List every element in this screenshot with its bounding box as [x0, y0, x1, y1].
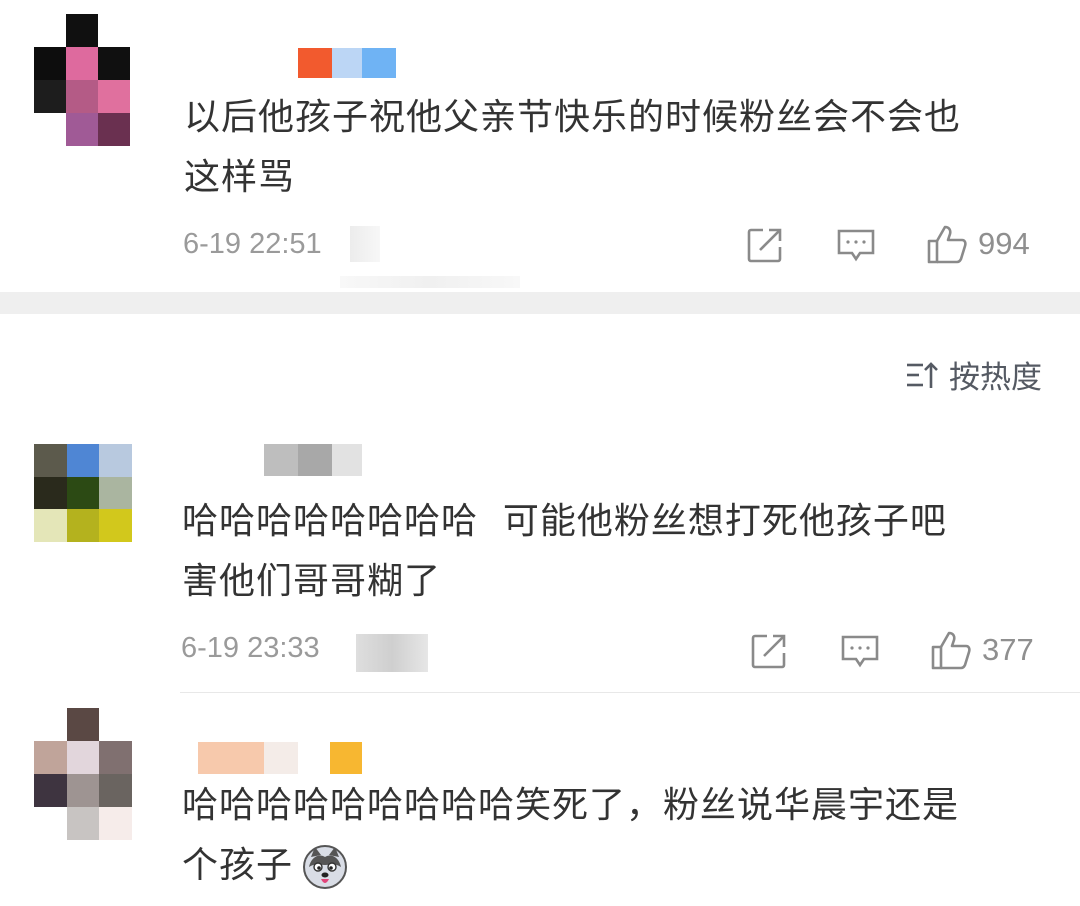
share-button[interactable] — [750, 632, 788, 670]
share-button[interactable] — [746, 226, 784, 264]
husky-emoji-icon — [303, 845, 348, 889]
like-button[interactable]: 994 — [926, 223, 1030, 265]
comment-icon — [837, 229, 875, 262]
avatar[interactable] — [34, 708, 132, 840]
comment-time: 6-19 23:33 — [181, 632, 320, 664]
source-smudge — [356, 634, 428, 672]
share-icon — [751, 634, 786, 669]
like-button[interactable]: 377 — [930, 629, 1034, 671]
comment-time: 6-19 22:51 — [183, 228, 322, 260]
sort-toggle[interactable]: 按热度 — [905, 352, 1042, 397]
comment-text: 哈哈哈哈哈哈哈哈 可能他粉丝想打死他孩子吧 害他们哥哥糊了 — [182, 501, 947, 602]
source-smudge — [350, 226, 380, 262]
thumbs-up-icon — [927, 225, 967, 264]
like-count: 377 — [982, 632, 1034, 667]
username-redacted[interactable] — [264, 444, 362, 476]
username-redacted[interactable] — [298, 48, 396, 78]
row-divider — [180, 692, 1080, 693]
sort-icon — [907, 361, 938, 388]
watermark-smudge — [340, 276, 520, 288]
like-count: 994 — [978, 226, 1030, 261]
comment-text: 以后他孩子祝他父亲节快乐的时候粉丝会不会也 这样骂 — [184, 97, 962, 198]
comment-text: 哈哈哈哈哈哈哈哈哈笑死了，粉丝说华晨宇还是 个孩子 — [182, 776, 1052, 896]
comment-text-line2: 个孩子 — [182, 845, 294, 886]
thumbs-up-icon — [931, 631, 971, 670]
comment-button[interactable] — [840, 634, 880, 670]
share-icon — [747, 228, 782, 263]
comment-icon — [841, 635, 879, 668]
sort-label: 按热度 — [949, 360, 1042, 396]
comment-button[interactable] — [836, 228, 876, 264]
username-redacted[interactable] — [198, 742, 362, 774]
avatar[interactable] — [34, 444, 132, 542]
avatar[interactable] — [34, 14, 130, 146]
section-divider — [0, 292, 1080, 314]
